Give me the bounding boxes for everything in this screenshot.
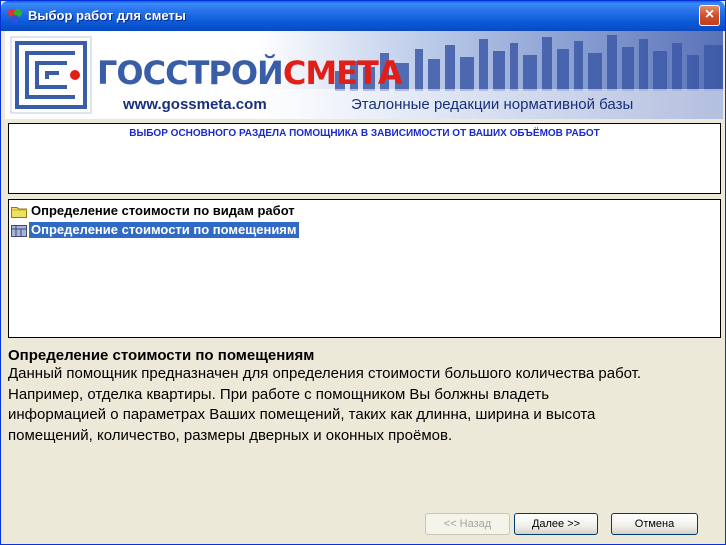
instruction-panel: ВЫБОР ОСНОВНОГО РАЗДЕЛА ПОМОЩНИКА В ЗАВИ… (8, 123, 721, 194)
description-line: Например, отделка квартиры. При работе с… (8, 385, 550, 403)
instruction-heading: ВЫБОР ОСНОВНОГО РАЗДЕЛА ПОМОЩНИКА В ЗАВИ… (129, 128, 600, 139)
tagline: Эталонные редакции нормативной базы (351, 96, 634, 113)
description-line: Данный помощник предназначен для определ… (8, 365, 642, 382)
close-icon: × (704, 6, 715, 23)
description-text: Данный помощник предназначен для определ… (8, 364, 720, 446)
banner: ГОССТРОЙСМЕТА www.gossmeta.com Эталонные… (5, 31, 723, 119)
site-url: www.gossmeta.com (123, 96, 267, 113)
tree-item-by-rooms[interactable]: Определение стоимости по помещениям (11, 221, 300, 239)
description-line: информацией о параметрах Ваших помещений… (8, 406, 596, 423)
next-button[interactable]: Далее >> (514, 513, 598, 535)
window-title: Выбор работ для сметы (28, 8, 186, 23)
dialog-window: Выбор работ для сметы × ГОССТРОЙСМЕТА ww… (0, 0, 726, 545)
room-icon (11, 224, 27, 237)
section-tree[interactable]: Определение стоимости по видам работ Опр… (8, 199, 721, 338)
back-button[interactable]: << Назад (425, 513, 510, 535)
folder-icon (11, 206, 27, 218)
description-line: помещений, количество, размеры дверных и… (8, 426, 453, 444)
title-bar[interactable]: Выбор работ для сметы × (1, 1, 725, 31)
tree-item-by-work-type[interactable]: Определение стоимости по видам работ (11, 203, 297, 219)
app-icon (8, 9, 22, 23)
tree-item-label: Определение стоимости по видам работ (31, 203, 295, 218)
tree-item-label: Определение стоимости по помещениям (28, 221, 300, 239)
logo-wordmark: ГОССТРОЙСМЕТА (97, 54, 403, 92)
close-button[interactable]: × (699, 5, 720, 26)
cancel-button[interactable]: Отмена (611, 513, 698, 535)
description-title: Определение стоимости по помещениям (8, 347, 315, 364)
